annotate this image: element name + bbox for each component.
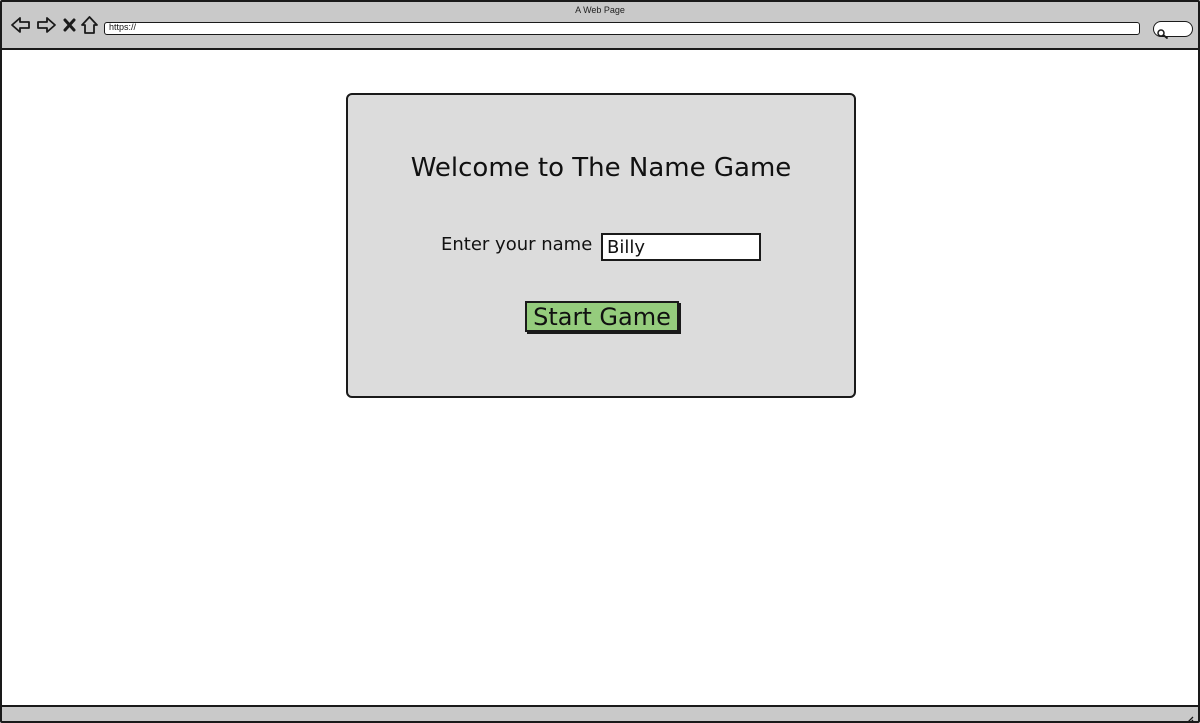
- search-box[interactable]: [1153, 21, 1193, 39]
- browser-window: A Web Page https:// Welcome to The Name …: [0, 0, 1200, 723]
- home-icon[interactable]: [79, 14, 101, 36]
- browser-toolbar: A Web Page https://: [2, 2, 1198, 50]
- address-bar[interactable]: https://: [104, 22, 1140, 35]
- resize-grip-icon[interactable]: [1184, 710, 1194, 721]
- start-game-button[interactable]: Start Game: [525, 301, 679, 332]
- status-bar: [2, 705, 1198, 721]
- name-input[interactable]: [601, 233, 761, 261]
- url-text: https://: [109, 22, 137, 32]
- window-title: A Web Page: [575, 5, 625, 15]
- forward-arrow-icon[interactable]: [35, 14, 57, 36]
- page-title: Welcome to The Name Game: [410, 153, 792, 183]
- welcome-panel: Welcome to The Name Game Enter your name…: [346, 93, 856, 398]
- name-label: Enter your name: [441, 234, 593, 255]
- back-arrow-icon[interactable]: [10, 14, 32, 36]
- search-icon: [1157, 24, 1169, 43]
